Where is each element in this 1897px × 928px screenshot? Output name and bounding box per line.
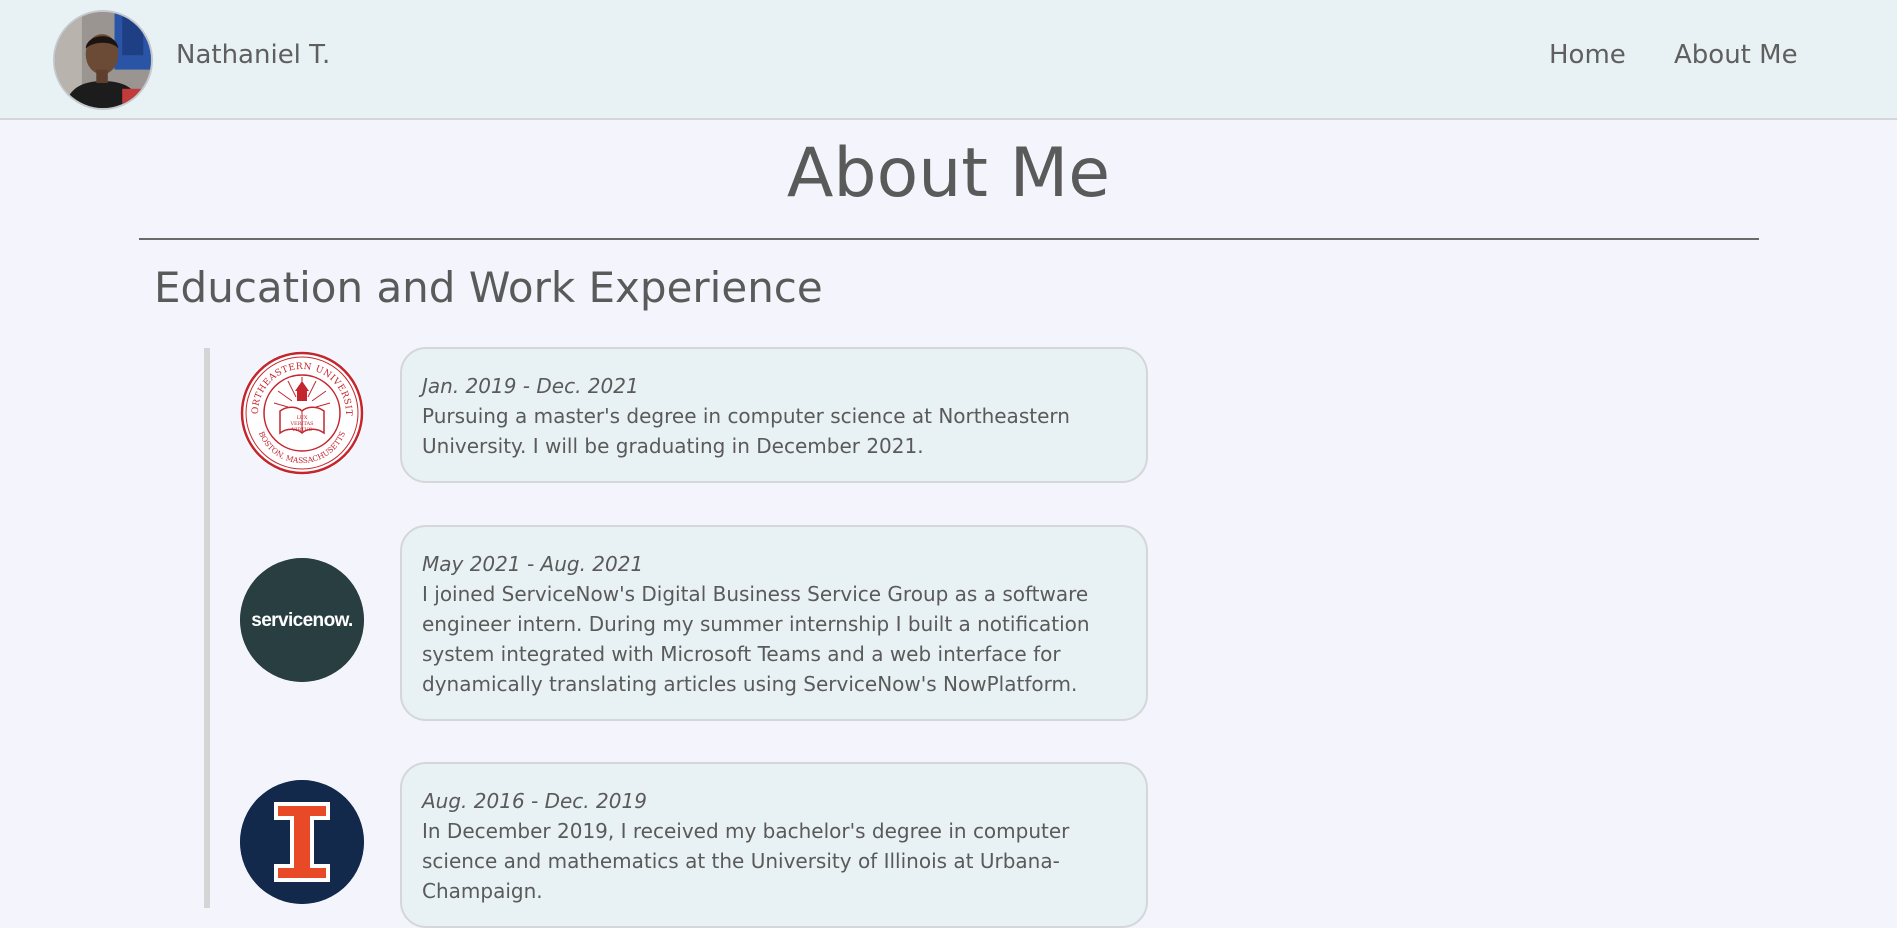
timeline-card: Jan. 2019 - Dec. 2021 Pursuing a master'… bbox=[400, 347, 1148, 483]
timeline-description: I joined ServiceNow's Digital Business S… bbox=[422, 582, 1090, 696]
timeline-date: May 2021 - Aug. 2021 bbox=[422, 552, 644, 576]
page-title: About Me bbox=[786, 134, 1111, 213]
svg-text:servicenow.: servicenow. bbox=[251, 610, 352, 631]
servicenow-logo: servicenow. bbox=[240, 558, 364, 682]
site-name-link[interactable]: Nathaniel T. bbox=[176, 40, 330, 70]
timeline-card: Aug. 2016 - Dec. 2019 In December 2019, … bbox=[400, 762, 1148, 928]
timeline-card: May 2021 - Aug. 2021 I joined ServiceNow… bbox=[400, 525, 1148, 721]
timeline-description: In December 2019, I received my bachelor… bbox=[422, 819, 1070, 903]
title-divider bbox=[139, 238, 1759, 240]
servicenow-icon: servicenow. bbox=[240, 558, 364, 682]
top-navbar: Nathaniel T. Home About Me bbox=[0, 0, 1897, 120]
northeastern-logo: NORTHEASTERN UNIVERSITY BOSTON, MASSACHU… bbox=[240, 351, 364, 475]
timeline-date: Aug. 2016 - Dec. 2019 bbox=[422, 789, 647, 813]
timeline-description: Pursuing a master's degree in computer s… bbox=[422, 404, 1070, 458]
timeline-line bbox=[204, 348, 210, 908]
profile-avatar[interactable] bbox=[53, 10, 153, 110]
timeline-date: Jan. 2019 - Dec. 2021 bbox=[422, 374, 639, 398]
illinois-block-i-icon bbox=[240, 780, 364, 904]
avatar-photo bbox=[55, 12, 151, 108]
svg-text:VIRTUS: VIRTUS bbox=[291, 427, 313, 433]
section-title: Education and Work Experience bbox=[154, 263, 823, 312]
nav-about-me-link[interactable]: About Me bbox=[1674, 40, 1798, 70]
nav-home-link[interactable]: Home bbox=[1549, 40, 1626, 70]
northeastern-seal-icon: NORTHEASTERN UNIVERSITY BOSTON, MASSACHU… bbox=[240, 351, 364, 475]
illinois-logo bbox=[240, 780, 364, 904]
